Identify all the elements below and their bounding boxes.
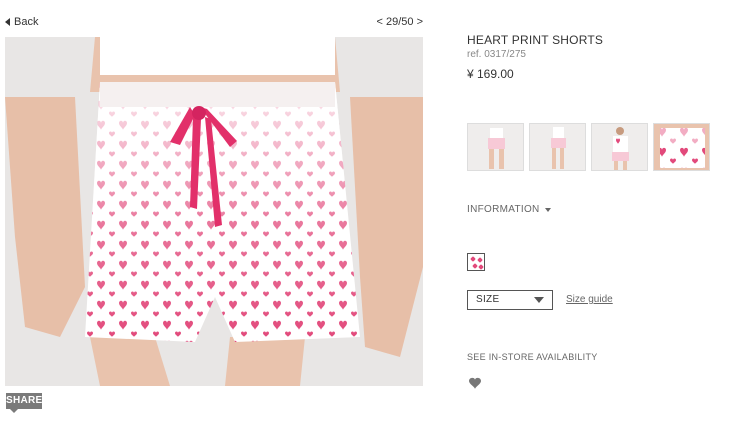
- product-photo[interactable]: [5, 37, 423, 386]
- thumbnail-side-illustration: [530, 124, 585, 170]
- thumbnail-detail-illustration: [654, 124, 709, 170]
- product-price: ¥ 169.00: [467, 67, 514, 81]
- thumbnail-set-illustration: [592, 124, 647, 170]
- chevron-down-icon: [534, 297, 544, 303]
- top-navigation: Back < 29/50 >: [5, 16, 423, 32]
- thumbnail-side[interactable]: [529, 123, 586, 171]
- information-label: INFORMATION: [467, 204, 540, 215]
- size-select[interactable]: SIZE: [467, 290, 553, 310]
- size-select-value: SIZE: [476, 294, 500, 305]
- heart-icon: [469, 377, 481, 389]
- triangle-left-icon: [5, 18, 10, 26]
- information-toggle[interactable]: INFORMATION: [467, 204, 551, 215]
- color-swatch[interactable]: [467, 253, 485, 271]
- product-details: HEART PRINT SHORTS ref. 0317/275 ¥ 169.0…: [467, 0, 747, 437]
- thumbnail-detail[interactable]: [653, 123, 710, 171]
- share-button[interactable]: SHARE: [6, 393, 42, 413]
- back-label: Back: [14, 16, 39, 28]
- thumbnail-front-illustration: [468, 124, 523, 170]
- wishlist-button[interactable]: [468, 376, 482, 394]
- thumbnail-front[interactable]: [467, 123, 524, 171]
- chevron-down-icon: [544, 207, 551, 212]
- in-store-availability-link[interactable]: SEE IN-STORE AVAILABILITY: [467, 352, 598, 362]
- size-guide-link[interactable]: Size guide: [566, 294, 613, 305]
- product-photo-illustration: [5, 37, 423, 386]
- thumbnail-set[interactable]: [591, 123, 648, 171]
- thumbnail-strip: [467, 123, 710, 171]
- product-reference: ref. 0317/275: [467, 49, 526, 60]
- back-link[interactable]: Back: [5, 16, 38, 28]
- image-pager[interactable]: < 29/50 >: [377, 16, 424, 28]
- product-title: HEART PRINT SHORTS: [467, 33, 604, 47]
